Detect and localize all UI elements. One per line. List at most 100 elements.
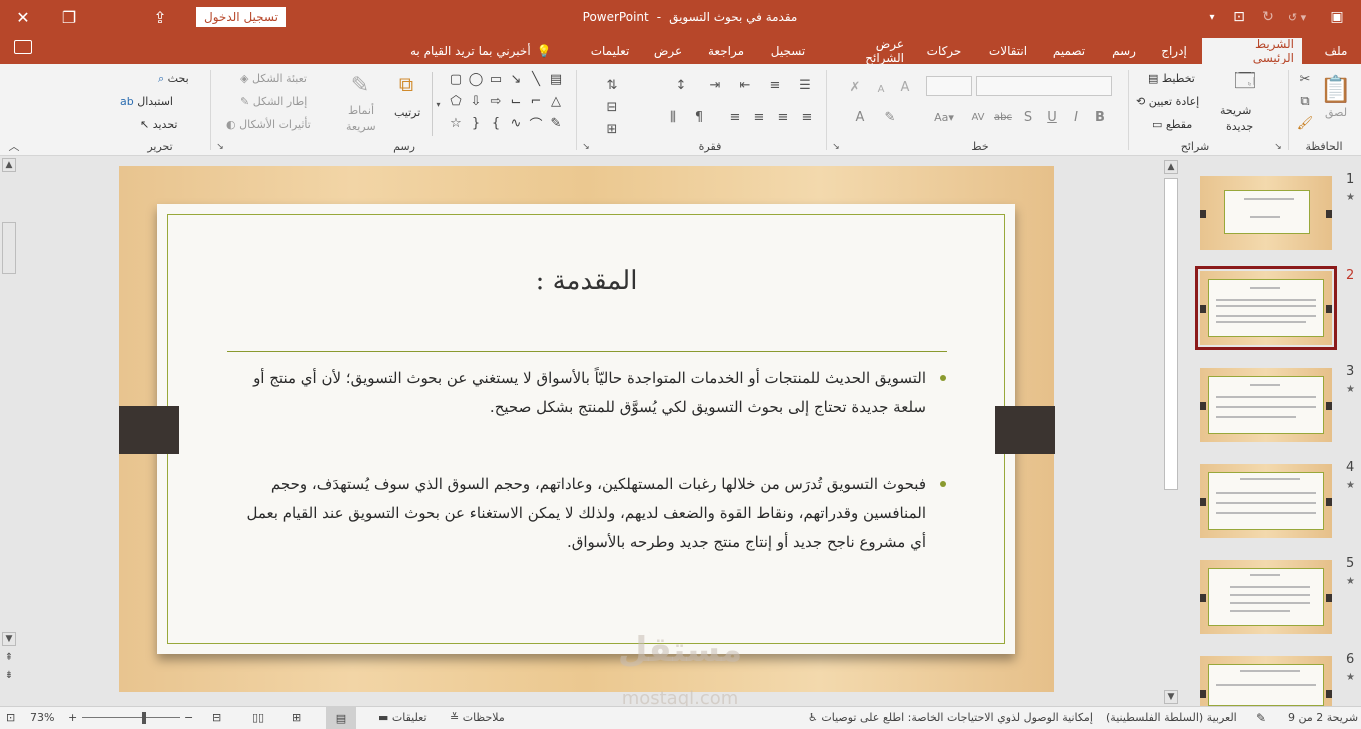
align-left-icon[interactable]: ≡ <box>750 108 768 126</box>
rtl-icon[interactable]: ⇤ <box>734 76 756 94</box>
tab-design[interactable]: تصميم <box>1042 38 1096 64</box>
drawing-launcher-icon[interactable]: ↘ <box>214 142 226 152</box>
textbox-shape-icon[interactable]: ▤ <box>548 72 564 87</box>
slide-thumbnail-4[interactable] <box>1200 464 1332 538</box>
slide-sorter-icon[interactable]: ⊞ <box>292 711 301 724</box>
increase-font-icon[interactable]: A <box>896 78 914 96</box>
tab-file[interactable]: ملف <box>1316 38 1356 64</box>
language-indicator[interactable]: العربية (السلطة الفلسطينية) <box>1106 711 1237 724</box>
shape-outline-button[interactable]: إطار الشكل ✎ <box>240 95 307 108</box>
tab-home[interactable]: الشريط الرئيسي <box>1202 37 1302 65</box>
bullets-icon[interactable]: ☰ <box>794 76 816 94</box>
shape-fill-button[interactable]: تعبئة الشكل ◈ <box>240 72 307 85</box>
quick-styles-icon[interactable]: ✎ <box>344 70 376 100</box>
ribbon-display-icon[interactable]: ⇪ <box>137 0 183 34</box>
align-center-icon[interactable]: ≡ <box>774 108 792 126</box>
line-spacing-icon[interactable]: ↕ <box>670 76 692 94</box>
zoom-slider-track[interactable] <box>82 717 180 718</box>
zoom-slider-thumb[interactable] <box>142 712 146 724</box>
zoom-level[interactable]: 73% <box>30 711 54 724</box>
find-button[interactable]: بحث ⌕ <box>158 72 189 86</box>
slide-thumbnail-3[interactable] <box>1200 368 1332 442</box>
smartart-icon[interactable]: ⊞ <box>600 120 624 138</box>
save-icon[interactable]: ▣ <box>1326 0 1348 34</box>
scroll-up-icon[interactable]: ▲ <box>1164 160 1178 174</box>
tab-slideshow[interactable]: عرض الشرائح <box>830 37 912 65</box>
shapes-gallery-more-icon[interactable]: ▾ <box>432 72 444 136</box>
arc-shape-icon[interactable]: ⌒ <box>528 116 544 133</box>
decrease-font-icon[interactable]: A <box>872 80 890 98</box>
vertical-scrollbar-thumb[interactable] <box>2 222 16 274</box>
oval-shape-icon[interactable]: ◯ <box>468 72 484 87</box>
signin-button[interactable]: تسجيل الدخول <box>196 7 286 27</box>
font-size-combo[interactable] <box>926 76 972 96</box>
new-slide-icon[interactable]: 🗔 <box>1232 68 1258 96</box>
new-slide-label-1[interactable]: شريحة <box>1220 104 1251 117</box>
bold-icon[interactable]: B <box>1092 108 1108 126</box>
italic-icon[interactable]: I <box>1068 108 1084 126</box>
fit-slide-icon[interactable]: ⊡ <box>6 711 15 724</box>
pentagon-shape-icon[interactable]: ⬠ <box>448 94 464 109</box>
restore-icon[interactable]: ❐ <box>46 0 92 34</box>
start-slideshow-icon[interactable]: ⊡ <box>1228 0 1250 34</box>
tab-view[interactable]: عرض <box>648 38 688 64</box>
tab-insert[interactable]: إدراج <box>1152 38 1196 64</box>
elbow-arrow-shape-icon[interactable]: ⌙ <box>508 94 524 109</box>
notes-button[interactable]: ملاحظات ≚ <box>450 711 505 724</box>
shape-effects-button[interactable]: تأثيرات الأشكال ◐ <box>226 118 311 131</box>
reading-view-icon[interactable]: ▯▯ <box>252 711 264 724</box>
tab-animations[interactable]: حركات <box>918 38 970 64</box>
new-slide-label-2[interactable]: جديدة <box>1226 120 1253 133</box>
tab-transitions[interactable]: انتقالات <box>978 38 1038 64</box>
close-icon[interactable]: ✕ <box>0 0 46 34</box>
freeform-shape-icon[interactable]: ✎ <box>548 116 564 131</box>
numbering-icon[interactable]: ≡ <box>764 76 786 94</box>
change-case-icon[interactable]: Aa▾ <box>930 108 958 126</box>
clipboard-launcher-icon[interactable]: ↘ <box>1272 142 1284 152</box>
next-slide-icon[interactable]: ⇟ <box>2 668 16 682</box>
bullet-paragraph-2[interactable]: فبحوث التسويق تُدرَس من خلالها رغبات الم… <box>246 470 946 557</box>
scroll-up-icon[interactable]: ▲ <box>2 158 16 172</box>
rectangle-shape-icon[interactable]: ▭ <box>488 72 504 87</box>
vertical-scrollbar-thumb[interactable] <box>1164 178 1178 490</box>
shadow-icon[interactable]: S <box>1020 108 1036 126</box>
align-text-icon[interactable]: ⊟ <box>600 98 624 116</box>
columns-icon[interactable]: ⫼ <box>664 108 682 126</box>
normal-view-icon[interactable]: ▤ <box>326 707 356 729</box>
cut-icon[interactable]: ✂ <box>1296 70 1314 88</box>
accessibility-status[interactable]: إمكانية الوصول لذوي الاحتياجات الخاصة: ا… <box>808 711 1093 724</box>
triangle-shape-icon[interactable]: △ <box>548 94 564 109</box>
slide-thumbnail-2[interactable] <box>1195 266 1337 350</box>
paragraph-launcher-icon[interactable]: ↘ <box>580 142 592 152</box>
font-color-icon[interactable]: A <box>850 108 870 126</box>
comments-button[interactable]: تعليقات ▬ <box>378 711 427 724</box>
char-spacing-icon[interactable]: AV <box>966 108 990 126</box>
reset-button[interactable]: إعادة تعيين ⟲ <box>1136 95 1199 108</box>
strikethrough-icon[interactable]: abc <box>992 108 1014 126</box>
tab-help[interactable]: تعليمات <box>580 38 640 64</box>
scroll-down-icon[interactable]: ▼ <box>2 632 16 646</box>
replace-button[interactable]: استبدال ab <box>120 95 173 108</box>
right-brace-shape-icon[interactable]: } <box>468 116 484 131</box>
copy-icon[interactable]: ⧉ <box>1296 92 1314 110</box>
arrange-icon[interactable]: ⧉ <box>392 70 420 98</box>
slide-thumbnail-1[interactable] <box>1200 176 1332 250</box>
star-shape-icon[interactable]: ☆ <box>448 116 464 131</box>
left-brace-shape-icon[interactable]: { <box>488 116 504 131</box>
down-arrow-shape-icon[interactable]: ⇩ <box>468 94 484 109</box>
highlight-icon[interactable]: ✎ <box>880 108 900 126</box>
arrow-line-shape-icon[interactable]: ↘ <box>508 72 524 87</box>
clear-formatting-icon[interactable]: ✗ <box>846 78 864 96</box>
bullet-paragraph-1[interactable]: التسويق الحديث للمنتجات أو الخدمات المتو… <box>246 364 946 422</box>
select-button[interactable]: تحديد ↖ <box>140 118 178 131</box>
font-name-combo[interactable] <box>976 76 1112 96</box>
arrange-label[interactable]: ترتيب <box>394 106 420 119</box>
tab-record[interactable]: تسجيل <box>760 38 816 64</box>
paste-label[interactable]: لصق <box>1325 106 1347 119</box>
curve-shape-icon[interactable]: ∿ <box>508 116 524 131</box>
tab-review[interactable]: مراجعة <box>698 38 754 64</box>
ltr-icon[interactable]: ¶ <box>690 108 708 126</box>
format-painter-icon[interactable]: 🖌 <box>1296 114 1314 132</box>
tab-draw[interactable]: رسم <box>1104 38 1144 64</box>
tell-me-search[interactable]: 💡 أخبرني بما تريد القيام به <box>410 38 552 64</box>
